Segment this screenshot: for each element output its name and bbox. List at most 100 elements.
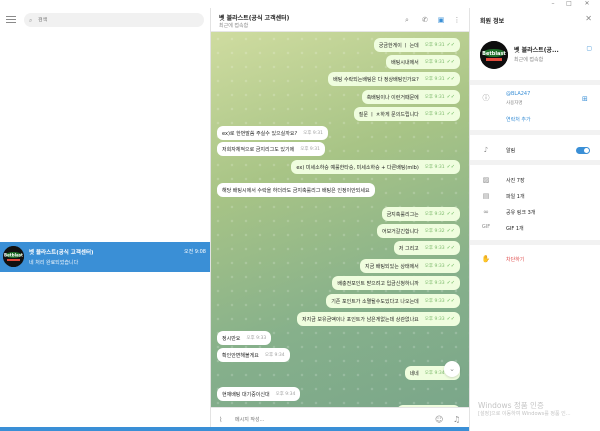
chat-time: 오전 9:08	[183, 249, 206, 255]
message-text: 저희자체적으로 금지리그도 있기에	[222, 146, 295, 153]
gifs-item[interactable]: GIF 1개	[506, 225, 524, 232]
read-check-icon: ✓✓	[446, 94, 455, 100]
incoming-message[interactable]: 해당 배팅시에서 수락을 하더라도 금지축룰리그 배팅은 인정이안되세요	[217, 183, 375, 197]
read-check-icon: ✓✓	[446, 111, 455, 117]
chat-preview: 네 처리 완료되었습니다	[29, 260, 79, 266]
message-time: 오후 9:31	[303, 131, 323, 136]
close-icon[interactable]: ✕	[585, 14, 592, 23]
message-text: 네네	[409, 370, 419, 377]
read-check-icon: ✓✓	[446, 76, 455, 82]
outgoing-message[interactable]: 배팅 수락되는배팅은 다 정상배팅인가요? 오후 9:31 ✓✓	[328, 72, 460, 86]
activation-watermark-text: [설정]으로 이동하여 Windows를 정품 인...	[478, 411, 571, 417]
attach-icon[interactable]: ⌇	[219, 416, 222, 424]
message-text: 배충전포인트 받으려고 입금신청하니까	[337, 280, 419, 287]
photos-item[interactable]: 사진 7장	[506, 177, 525, 184]
search-box[interactable]: ⌕	[24, 13, 204, 27]
search-icon[interactable]: ⌕	[402, 15, 412, 25]
read-check-icon: ✓✓	[446, 298, 455, 304]
read-check-icon: ✓✓	[446, 42, 455, 48]
divider	[470, 160, 600, 165]
incoming-message[interactable]: 확인안변해볼게요 오후 9:34	[217, 348, 290, 362]
message-time: 오후 9:32	[424, 212, 445, 217]
message-text: ex) 미세소하승 예룰한타승, 미세소하승 + 다른배팅(mlb)	[296, 164, 419, 171]
message-text: 금지축룰리그는	[386, 211, 419, 218]
outgoing-message[interactable]: 기존 포인트가 소멸될수도있다고 나오는데 오후 9:33 ✓✓	[326, 294, 460, 308]
outgoing-message[interactable]: 어보거갈긴합니다 오후 9:32 ✓✓	[376, 224, 460, 238]
bell-icon: ♪	[483, 146, 489, 154]
outgoing-message[interactable]: 축배팅이나 이런거때문에 오후 9:31 ✓✓	[361, 90, 460, 104]
qr-code-icon[interactable]: ⊞	[582, 95, 588, 103]
divider	[470, 240, 600, 245]
incoming-message[interactable]: ex)로 한번말씀 주실수 있으실까요? 오후 9:31	[217, 126, 328, 140]
message-text: 궁금한게이 ㅣ 는데	[378, 42, 419, 49]
info-title: 회원 정보	[480, 18, 505, 25]
message-text: 정시만요	[222, 335, 241, 342]
message-text: 기존 포인트가 소멸될수도있다고 나오는데	[331, 298, 419, 305]
read-check-icon: ✓✓	[446, 245, 455, 251]
incoming-message[interactable]: 현재배팅 대기중이신대 오후 9:34	[217, 387, 301, 401]
maximize-icon[interactable]: □	[562, 0, 576, 8]
message-text: 어보거갈긴합니다	[381, 228, 419, 235]
notifications-toggle[interactable]	[576, 147, 590, 154]
block-icon: ✋	[481, 255, 491, 263]
chat-status: 최근에 접속함	[219, 23, 249, 29]
message-time: 오후 9:31	[300, 147, 321, 152]
outgoing-message[interactable]: 저지금 보유금액이나 포인트가 남은게없는데 상관없나요 오후 9:33 ✓✓	[297, 312, 460, 326]
message-time: 오후 9:34	[264, 353, 285, 358]
username-label: 사용자명	[506, 101, 523, 106]
minimize-icon[interactable]: –	[546, 0, 560, 8]
logo-text: Betblast	[482, 51, 506, 57]
message-area[interactable]: 궁금한게이 ㅣ 는데 오후 9:31 ✓✓ 배팅시내에서 오후 9:31 ✓✓ 배팅 수락되…	[211, 32, 469, 413]
chat-header[interactable]: 벳 블라스트(공식 고객센터) 최근에 접속함 ⌕ ✆ ▣ ⋮	[211, 8, 469, 32]
divider	[470, 80, 600, 85]
chat-name: 벳 블라스트(공식 고객센터)	[29, 250, 94, 256]
read-check-icon: ✓✓	[446, 263, 455, 269]
message-text: 배팅 수락되는배팅은 다 정상배팅인가요?	[333, 76, 419, 83]
block-button[interactable]: 차단하기	[506, 256, 524, 263]
read-check-icon: ✓✓	[446, 228, 455, 234]
menu-icon[interactable]	[6, 16, 16, 24]
avatar: Betblast	[3, 246, 24, 267]
message-time: 오후 9:34	[424, 371, 445, 376]
message-text: 배팅시내에서	[391, 59, 419, 66]
message-time: 오후 9:33	[424, 246, 445, 251]
message-text: 해당 배팅시에서 수락을 하더라도 금지축룰리그 배팅은 인정이안되세요	[222, 187, 370, 194]
message-time: 오후 9:33	[424, 281, 445, 286]
scroll-down-button[interactable]: ⌄	[444, 361, 460, 377]
outgoing-message[interactable]: 배팅시내에서 오후 9:31 ✓✓	[386, 55, 460, 69]
microphone-icon[interactable]: ♫	[453, 415, 460, 424]
links-item[interactable]: 공유 링크 3개	[506, 209, 535, 216]
message-time: 오후 9:31	[424, 95, 445, 100]
more-icon[interactable]: ⋮	[452, 15, 462, 25]
outgoing-message[interactable]: 저 그리고 오후 9:33 ✓✓	[393, 241, 460, 255]
outgoing-message[interactable]: 지금 배팅되있는 상태에서 오후 9:33 ✓✓	[360, 259, 460, 273]
chat-list-item[interactable]: Betblast 벳 블라스트(공식 고객센터) 네 처리 완료되었습니다 오전…	[0, 242, 210, 272]
phone-icon[interactable]: ✆	[420, 15, 430, 25]
message-time: 오후 9:31	[424, 165, 445, 170]
message-time: 오후 9:31	[424, 43, 445, 48]
title-bar: – □ ✕	[0, 0, 600, 8]
close-icon[interactable]: ✕	[580, 0, 594, 8]
emoji-icon[interactable]: ☺	[435, 415, 443, 424]
add-contact-link[interactable]: 연락처 추가	[506, 116, 531, 123]
message-text: ex)로 한번말씀 주실수 있으실까요?	[222, 130, 298, 137]
incoming-message[interactable]: 정시만요 오후 9:33	[217, 331, 272, 345]
incoming-message[interactable]: 저희자체적으로 금지리그도 있기에 오후 9:31	[217, 142, 326, 156]
outgoing-message[interactable]: 궁금한게이 ㅣ 는데 오후 9:31 ✓✓	[373, 38, 460, 52]
outgoing-message[interactable]: 금지축룰리그는 오후 9:32 ✓✓	[381, 207, 460, 221]
message-input[interactable]	[235, 415, 415, 425]
username[interactable]: @BLA247	[506, 91, 530, 97]
outgoing-message[interactable]: 질문 ㅣ ㅊ하게 문의드립니다 오후 9:31 ✓✓	[353, 107, 460, 121]
accent-bar	[0, 427, 469, 431]
message-text: 현재배팅 대기중이신대	[222, 391, 270, 398]
profile-avatar[interactable]: Betblast	[480, 41, 508, 69]
search-input[interactable]	[38, 17, 188, 23]
outgoing-message[interactable]: 배충전포인트 받으려고 입금신청하니까 오후 9:33 ✓✓	[332, 276, 460, 290]
divider	[470, 130, 600, 135]
message-time: 오후 9:33	[424, 317, 445, 322]
outgoing-message[interactable]: ex) 미세소하승 예룰한타승, 미세소하승 + 다른배팅(mlb) 오후 9:3…	[291, 160, 460, 174]
files-item[interactable]: 파일 1개	[506, 193, 525, 200]
message-text: 확인안변해볼게요	[222, 352, 259, 359]
sidebar-toggle-icon[interactable]: ▣	[436, 15, 446, 25]
message-time: 오후 9:31	[424, 77, 445, 82]
